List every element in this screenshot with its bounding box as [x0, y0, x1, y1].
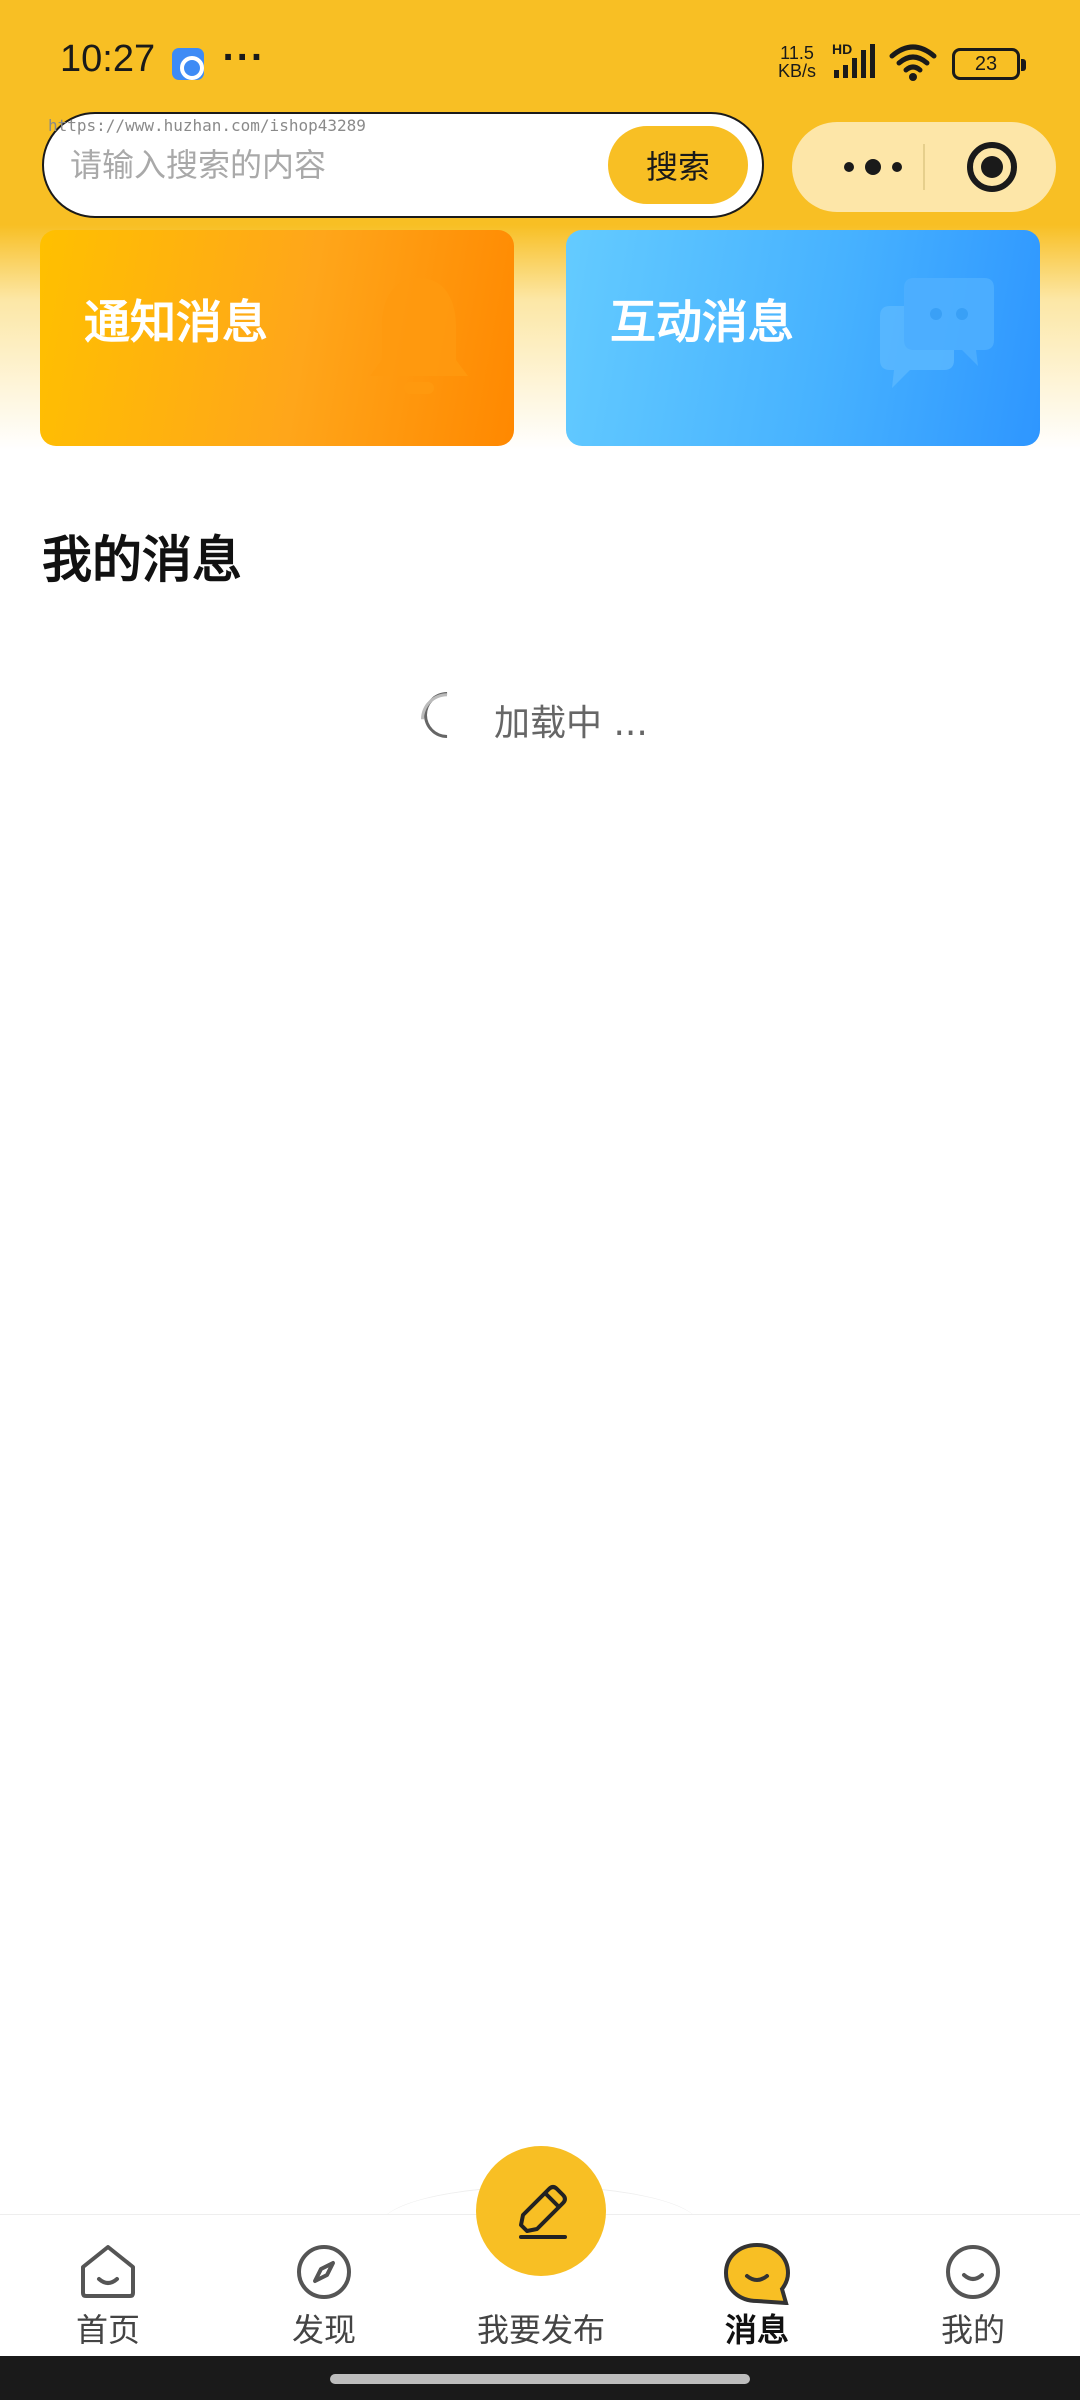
home-icon [79, 2243, 137, 2303]
tab-home[interactable]: 首页 [28, 2215, 188, 2357]
tab-messages[interactable]: 消息 [677, 2215, 837, 2357]
network-speed-value: 11.5 [780, 43, 814, 63]
tab-label-publish: 我要发布 [476, 2311, 605, 2349]
message-icon [723, 2242, 791, 2309]
notification-messages-card[interactable]: 通知消息 [40, 230, 514, 446]
home-indicator[interactable] [330, 2374, 750, 2384]
network-speed: 11.5 KB/s [778, 44, 816, 80]
spinner-icon [414, 682, 480, 748]
tab-label-home: 首页 [75, 2311, 140, 2349]
profile-icon [944, 2243, 1002, 2305]
search-button[interactable]: 搜索 [608, 126, 748, 204]
network-badge: HD [832, 41, 852, 57]
signal-icon: HD [830, 40, 882, 84]
close-miniprogram-icon[interactable] [967, 142, 1017, 192]
tab-label-messages: 消息 [724, 2311, 789, 2349]
tab-discover[interactable]: 发现 [244, 2215, 404, 2357]
card-label-notification: 通知消息 [84, 295, 268, 349]
my-messages-title: 我的消息 [42, 531, 242, 589]
app-notification-icon [172, 48, 204, 80]
tab-profile[interactable]: 我的 [893, 2215, 1053, 2357]
network-speed-unit: KB/s [778, 61, 817, 81]
loading-text: 加载中 ... [494, 703, 648, 744]
wifi-icon [888, 42, 938, 86]
status-bar: 10:27 ··· 11.5 KB/s HD 23 [0, 0, 1080, 110]
tab-label-profile: 我的 [940, 2311, 1005, 2349]
tab-label-discover: 发现 [291, 2311, 356, 2349]
card-label-interaction: 互动消息 [610, 295, 794, 349]
interaction-messages-card[interactable]: 互动消息 [566, 230, 1040, 446]
status-time: 10:27 [60, 38, 156, 80]
watermark-url: https://www.huzhan.com/ishop43289 [48, 116, 366, 135]
chat-bubbles-icon [870, 270, 1000, 404]
compass-icon [295, 2243, 353, 2305]
capsule-divider [923, 144, 925, 190]
more-options-icon[interactable] [828, 122, 918, 212]
bell-icon [364, 270, 474, 414]
pencil-icon [519, 2185, 567, 2239]
more-notifications-icon: ··· [222, 38, 265, 76]
battery-indicator: 23 [952, 48, 1026, 80]
miniprogram-capsule [792, 122, 1056, 212]
publish-button[interactable] [476, 2146, 606, 2276]
